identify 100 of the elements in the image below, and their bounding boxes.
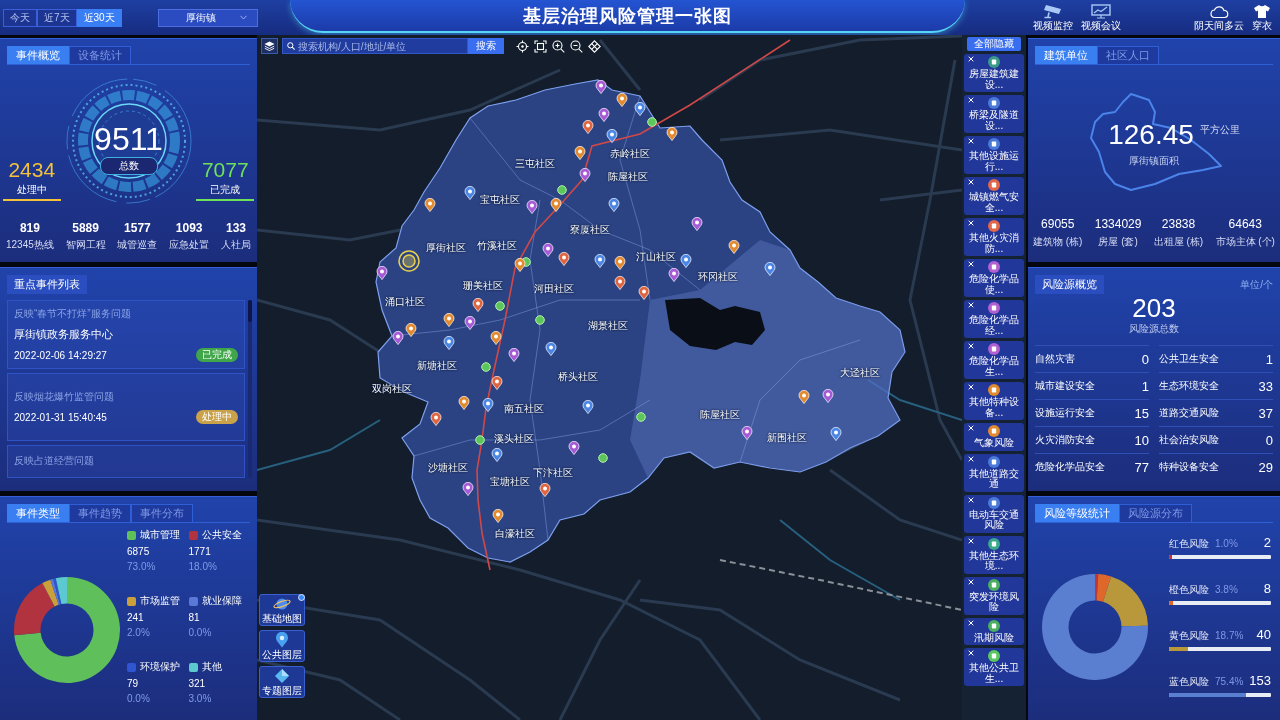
- layer-toggle-card[interactable]: 其他公共卫生...: [964, 648, 1024, 686]
- map-dot-icon[interactable]: [598, 453, 608, 463]
- map-pin-icon[interactable]: [830, 427, 842, 441]
- map-pin-icon[interactable]: [579, 168, 591, 182]
- map-pin-icon[interactable]: [458, 396, 470, 410]
- close-icon[interactable]: [968, 578, 974, 585]
- close-icon[interactable]: [968, 496, 974, 503]
- map-pin-icon[interactable]: [822, 389, 834, 403]
- close-icon[interactable]: [968, 138, 974, 144]
- panel-tab[interactable]: 风险源分布: [1119, 504, 1192, 522]
- layer-toggle-card[interactable]: 汛期风险: [964, 617, 1024, 645]
- layer-toggle-card[interactable]: 其他生态环境...: [964, 535, 1024, 574]
- map-dot-icon[interactable]: [557, 185, 567, 195]
- layer-toggle-card[interactable]: 房屋建筑建设...: [964, 54, 1024, 92]
- layer-toggle-card[interactable]: 其他火灾消防...: [964, 218, 1024, 256]
- close-icon[interactable]: [968, 302, 974, 308]
- map-pin-icon[interactable]: [464, 316, 476, 330]
- layer-toggle-card[interactable]: 危险化学品生...: [964, 341, 1024, 379]
- map-pin-icon[interactable]: [464, 186, 476, 200]
- close-icon[interactable]: [968, 455, 974, 462]
- map-pin-icon[interactable]: [558, 252, 570, 266]
- layer-toggle-card[interactable]: 危险化学品经...: [964, 300, 1024, 338]
- close-icon[interactable]: [968, 220, 974, 226]
- close-icon[interactable]: [968, 261, 974, 267]
- close-icon[interactable]: [968, 650, 974, 656]
- map-pin-icon[interactable]: [798, 390, 810, 404]
- map-pin-icon[interactable]: [634, 102, 646, 116]
- close-icon[interactable]: [968, 384, 974, 390]
- town-select[interactable]: 厚街镇: [157, 8, 258, 27]
- map-dot-icon[interactable]: [495, 301, 505, 311]
- map-pin-icon[interactable]: [616, 93, 628, 107]
- map-dot-icon[interactable]: [647, 117, 657, 127]
- map-pin-icon[interactable]: [680, 254, 692, 268]
- map-pin-icon[interactable]: [376, 266, 388, 280]
- close-icon[interactable]: [968, 619, 974, 626]
- layer-toggle-card[interactable]: 其他设施运行...: [964, 136, 1024, 174]
- map-pin-icon[interactable]: [430, 412, 442, 426]
- map-pin-icon[interactable]: [539, 483, 551, 497]
- map-dot-icon[interactable]: [636, 412, 646, 422]
- map-pin-icon[interactable]: [582, 400, 594, 414]
- panel-tab[interactable]: 设备统计: [69, 46, 131, 64]
- map-pin-icon[interactable]: [491, 376, 503, 390]
- layer-toggle-card[interactable]: 气象风险: [964, 423, 1024, 451]
- map-layer-button[interactable]: 公共图层: [259, 630, 305, 662]
- map-pin-icon[interactable]: [443, 313, 455, 327]
- panel-tab[interactable]: 事件趋势: [69, 504, 131, 522]
- close-icon[interactable]: [968, 56, 974, 62]
- map-pin-icon[interactable]: [606, 129, 618, 143]
- zoom-in-icon[interactable]: [552, 39, 565, 53]
- map-pin-icon[interactable]: [491, 448, 503, 462]
- layer-toggle-card[interactable]: 其他特种设备...: [964, 382, 1024, 420]
- map-layer-button[interactable]: 专题图层: [259, 666, 305, 698]
- diamond-grid-icon[interactable]: [588, 39, 601, 53]
- panel-tab[interactable]: 社区人口: [1097, 46, 1159, 64]
- map-pin-icon[interactable]: [482, 398, 494, 412]
- map-pin-icon[interactable]: [764, 262, 776, 276]
- map-pin-icon[interactable]: [542, 243, 554, 257]
- map-pin-icon[interactable]: [472, 298, 484, 312]
- map-pin-icon[interactable]: [595, 80, 607, 94]
- map-pin-icon[interactable]: [728, 240, 740, 254]
- map-pin-icon[interactable]: [638, 286, 650, 300]
- map-pin-icon[interactable]: [508, 348, 520, 362]
- scrollbar[interactable]: [248, 300, 252, 478]
- map-pin-icon[interactable]: [545, 342, 557, 356]
- map-pin-icon[interactable]: [594, 254, 606, 268]
- layer-toggle-card[interactable]: 其他道路交通: [964, 453, 1024, 492]
- close-icon[interactable]: [968, 343, 974, 349]
- layers-button[interactable]: [261, 38, 278, 54]
- zoom-out-icon[interactable]: [570, 39, 583, 53]
- map-pin-icon[interactable]: [550, 198, 562, 212]
- video-conference-button[interactable]: 视频会议: [1081, 4, 1121, 31]
- map-pin-icon[interactable]: [405, 323, 417, 337]
- period-tab[interactable]: 今天: [3, 8, 37, 27]
- video-surveillance-button[interactable]: 视频监控: [1033, 4, 1073, 31]
- event-card[interactable]: 反映“春节不打烊”服务问题 厚街镇政务服务中心 2022-02-06 14:29:27 已完成: [7, 300, 245, 369]
- close-icon[interactable]: [968, 179, 974, 185]
- map-pin-icon[interactable]: [598, 108, 610, 122]
- panel-tab[interactable]: 事件概览: [7, 46, 69, 64]
- event-card[interactable]: 反映烟花爆竹监管问题 2022-01-31 15:40:45 处理中: [7, 373, 245, 441]
- hide-all-button[interactable]: 全部隐藏: [967, 37, 1021, 51]
- map-layer-button[interactable]: 基础地图: [259, 594, 305, 626]
- map-pin-icon[interactable]: [490, 331, 502, 345]
- crosshair-icon[interactable]: [516, 39, 529, 53]
- panel-tab[interactable]: 建筑单位: [1035, 46, 1097, 64]
- map-pin-icon[interactable]: [614, 276, 626, 290]
- map-pin-icon[interactable]: [741, 426, 753, 440]
- map-pin-icon[interactable]: [574, 146, 586, 160]
- map-pin-icon[interactable]: [492, 509, 504, 523]
- map-pin-icon[interactable]: [526, 200, 538, 214]
- map-dot-icon[interactable]: [475, 435, 485, 445]
- layer-toggle-card[interactable]: 桥梁及隧道设...: [964, 95, 1024, 133]
- map-dot-icon[interactable]: [535, 315, 545, 325]
- map-pin-icon[interactable]: [443, 336, 455, 350]
- period-tab[interactable]: 近7天: [37, 8, 77, 27]
- panel-tab[interactable]: 事件分布: [131, 504, 193, 522]
- map-pin-icon[interactable]: [691, 217, 703, 231]
- map-pin-icon[interactable]: [668, 268, 680, 282]
- layer-toggle-card[interactable]: 突发环境风险: [964, 576, 1024, 615]
- map-pin-icon[interactable]: [666, 127, 678, 141]
- fullscreen-icon[interactable]: [534, 39, 547, 53]
